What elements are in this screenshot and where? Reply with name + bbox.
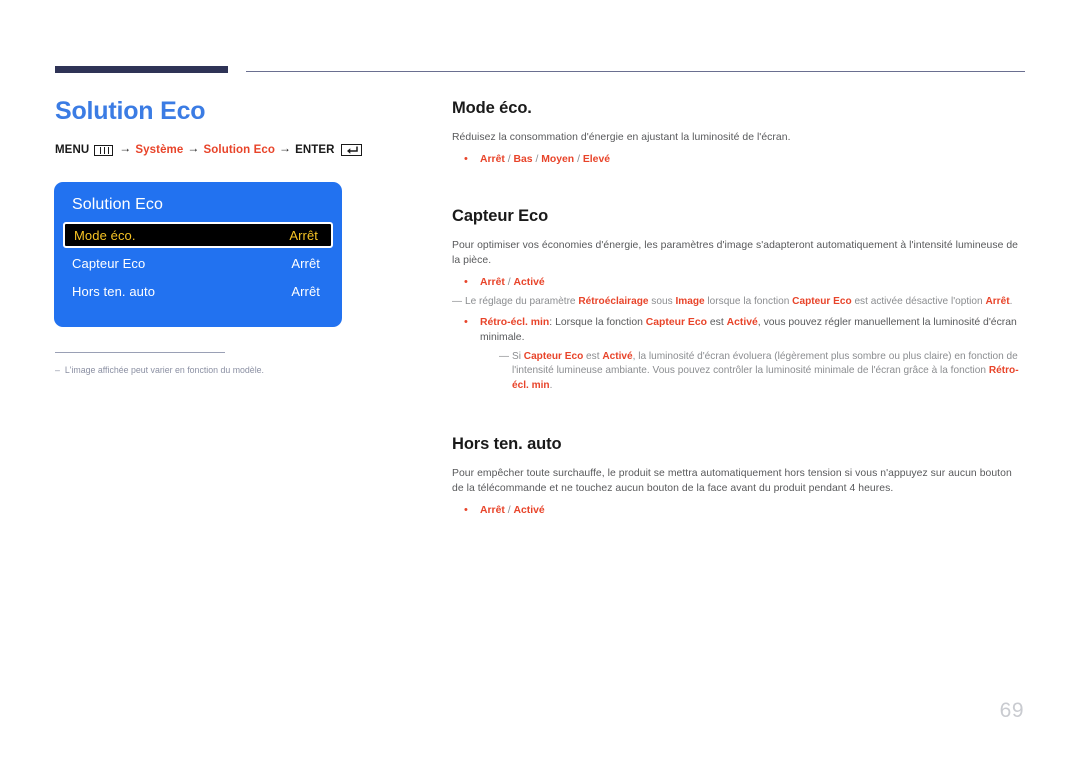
option-item: Arrêt xyxy=(480,277,505,288)
osd-row-value: Arrêt xyxy=(291,283,320,299)
section-body-hors-ten-auto: Pour empêcher toute surchauffe, le produ… xyxy=(452,468,1012,494)
note-frag: lorsque la fonction xyxy=(704,296,793,307)
note-frag: . xyxy=(549,379,553,391)
bullet-dot-icon: • xyxy=(464,153,468,165)
arrow-icon-2: → xyxy=(187,141,200,155)
footnote-text: L'image affichée peut varier en fonction… xyxy=(64,365,264,375)
osd-row-label: Capteur Eco xyxy=(72,255,146,271)
note-highlight: Activé xyxy=(602,350,633,362)
menu-path-step-solution-eco[interactable]: Solution Eco xyxy=(204,144,275,156)
bullet-highlight: Capteur Eco xyxy=(645,316,707,328)
right-column: Mode éco. Réduisez la consommation d'éne… xyxy=(452,98,1025,521)
note-frag: sous xyxy=(648,296,676,307)
option-item: Activé xyxy=(513,505,545,516)
note-highlight: Rétroéclairage xyxy=(578,296,649,307)
option-separator: / xyxy=(507,154,511,165)
option-item: Arrêt xyxy=(480,505,505,516)
header-rule-thick xyxy=(55,66,228,73)
bullet-dot-icon: • xyxy=(464,504,468,516)
left-footnote: – L'image affichée peut varier en foncti… xyxy=(55,352,355,376)
option-separator: / xyxy=(507,277,511,288)
option-item: Bas xyxy=(513,154,533,165)
bullet-dot-icon: • xyxy=(464,276,468,288)
option-separator: / xyxy=(577,154,580,165)
options-list: Arrêt / Bas / Moyen / Elevé xyxy=(480,152,1025,167)
enter-return-icon xyxy=(340,144,362,156)
option-separator: / xyxy=(535,154,539,165)
header-rule-thin xyxy=(246,71,1025,72)
osd-row-label: Hors ten. auto xyxy=(72,283,156,299)
bullet-dot-icon: • xyxy=(464,315,468,328)
section-body-mode-eco: Réduisez la consommation d'énergie en aj… xyxy=(452,132,791,143)
footnote-text-row: – L'image affichée peut varier en foncti… xyxy=(55,364,355,376)
menu-path-enter-label: ENTER xyxy=(295,144,335,156)
options-bullet-hors-ten-auto: • Arrêt / Activé xyxy=(452,503,1025,518)
bullet-text: Rétro-écl. min: Lorsque la fonction Capt… xyxy=(480,315,1025,345)
options-bullet-mode-eco: • Arrêt / Bas / Moyen / Elevé xyxy=(452,152,1025,167)
note-highlight: Capteur Eco xyxy=(523,350,584,362)
menu-grid-icon xyxy=(94,144,114,156)
menu-path-menu-label: MENU xyxy=(55,144,90,156)
bullet-highlight: Rétro-écl. min xyxy=(480,316,550,328)
bullet-frag: est xyxy=(706,316,727,328)
note-highlight: Arrêt xyxy=(985,296,1010,307)
osd-panel: Solution Eco Mode éco. Arrêt Capteur Eco… xyxy=(54,182,342,327)
osd-rows: Mode éco. Arrêt Capteur Eco Arrêt Hors t… xyxy=(54,222,342,304)
option-separator: / xyxy=(507,505,511,516)
bullet-retro-ecl-min: • Rétro-écl. min: Lorsque la fonction Ca… xyxy=(452,315,1025,345)
option-item: Arrêt xyxy=(480,154,505,165)
page-number: 69 xyxy=(999,699,1024,722)
osd-row-mode-eco[interactable]: Mode éco. Arrêt xyxy=(63,222,333,248)
arrow-icon-1: → xyxy=(119,141,132,155)
osd-row-value: Arrêt xyxy=(289,227,318,243)
note-capteur-eco-detail: — Si Capteur Eco est Activé, la luminosi… xyxy=(499,350,1025,394)
note-frag: Si xyxy=(512,350,524,362)
note-highlight: Image xyxy=(675,296,705,307)
osd-row-capteur-eco[interactable]: Capteur Eco Arrêt xyxy=(54,250,342,276)
note-dash-icon: — xyxy=(452,296,462,307)
section-heading-mode-eco: Mode éco. xyxy=(452,99,532,117)
note-dash-icon: — xyxy=(499,350,509,362)
note-frag: Le réglage du paramètre xyxy=(465,296,579,307)
option-item: Moyen xyxy=(541,154,575,165)
note-frag: . xyxy=(1009,296,1013,307)
footnote-dash: – xyxy=(55,365,60,375)
section-heading-capteur-eco: Capteur Eco xyxy=(452,207,549,225)
bullet-frag: : Lorsque la fonction xyxy=(549,316,646,328)
note-highlight: Capteur Eco xyxy=(792,296,852,307)
osd-title: Solution Eco xyxy=(72,196,164,213)
note-backlight: — Le réglage du paramètre Rétroéclairage… xyxy=(452,295,1025,310)
menu-path-step-systeme[interactable]: Système xyxy=(135,144,183,156)
option-item: Activé xyxy=(513,277,545,288)
header-rules xyxy=(55,66,1025,76)
options-list: Arrêt / Activé xyxy=(480,275,1025,290)
page-title: Solution Eco xyxy=(55,97,206,125)
section-body-capteur-eco: Pour optimiser vos économies d'énergie, … xyxy=(452,240,1018,266)
arrow-icon-3: → xyxy=(278,141,292,155)
bullet-highlight: Activé xyxy=(726,316,758,328)
left-column: Solution Eco MENU → Système → Solution E… xyxy=(55,96,405,158)
options-bullet-capteur-eco: • Arrêt / Activé xyxy=(452,275,1025,290)
menu-path-breadcrumb: MENU → Système → Solution Eco → ENTER xyxy=(55,141,405,158)
osd-row-hors-ten-auto[interactable]: Hors ten. auto Arrêt xyxy=(54,278,342,304)
note-text: Si Capteur Eco est Activé, la luminosité… xyxy=(512,350,1025,394)
note-text: Le réglage du paramètre Rétroéclairage s… xyxy=(465,295,1025,310)
section-heading-hors-ten-auto: Hors ten. auto xyxy=(452,435,562,453)
footnote-rule xyxy=(55,352,225,353)
note-frag: est activée désactive l'option xyxy=(851,296,986,307)
note-frag: est xyxy=(583,350,603,362)
osd-row-label: Mode éco. xyxy=(74,227,136,243)
options-list: Arrêt / Activé xyxy=(480,503,1025,518)
option-item: Elevé xyxy=(582,154,610,165)
osd-row-value: Arrêt xyxy=(291,255,320,271)
